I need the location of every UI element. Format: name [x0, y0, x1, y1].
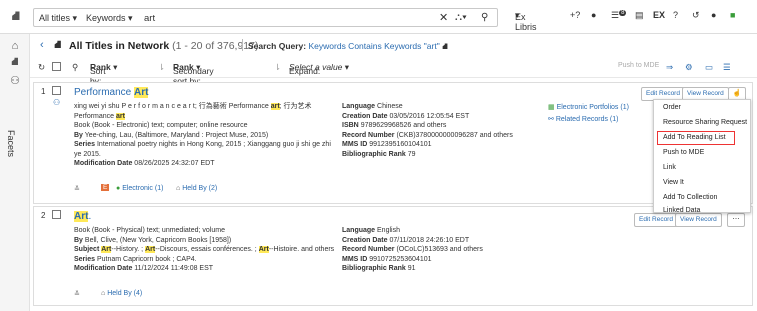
result-number: 2: [41, 211, 46, 220]
chevron-down-icon[interactable]: ≚: [74, 290, 80, 298]
help-icon[interactable]: ?: [673, 10, 678, 20]
library-icon: ⌂: [176, 185, 181, 192]
network-icon: ⛘: [442, 41, 449, 51]
select-all-checkbox[interactable]: [52, 62, 61, 71]
result-count: (1 - 20 of 376,917): [172, 40, 259, 52]
held-by-link[interactable]: ⌂ Held By (4): [101, 290, 142, 297]
portfolio-icon: ▦: [548, 104, 555, 111]
available-dot-icon: ●: [116, 185, 121, 192]
facets-tab[interactable]: Facets: [6, 130, 16, 157]
list-view-icon[interactable]: ▭: [705, 62, 713, 73]
availability-bar: ≚ E ● Electronic (1) ⌂ Held By (2): [64, 184, 264, 198]
results-title-bar: ‹ ⛘ All Titles in Network (1 - 20 of 376…: [30, 34, 757, 58]
more-actions-menu: Order Resource Sharing Request Add To Re…: [653, 99, 752, 214]
menu-item-view-it[interactable]: View It: [654, 177, 752, 189]
top-bar: ⛘ All titles ▾ Keywords ▾ art ✕ ⛬▾ ⚲ Ex …: [0, 0, 757, 34]
users-icon[interactable]: ⚇: [8, 74, 22, 87]
advanced-search-icon[interactable]: ⛬▾: [455, 12, 467, 23]
settings-icon[interactable]: ⚙: [685, 62, 693, 73]
network-tree-icon[interactable]: ⛘: [4, 8, 28, 26]
result-checkbox[interactable]: [52, 86, 61, 95]
result-card: 1 ⚇ Performance Art xing wei yi shu P e …: [33, 82, 753, 204]
notification-badge: 8: [619, 10, 627, 16]
compact-view-icon[interactable]: ☰: [723, 62, 731, 73]
results-toolbar: ↻ ⚲ Sort by: Rank ▾ ⇂ Secondary sort by:…: [30, 58, 757, 86]
bookmark-icon[interactable]: ●: [711, 10, 716, 20]
menu-item-add-to-collection[interactable]: Add To Collection: [654, 192, 752, 204]
menu-item-linked-data[interactable]: Linked Data: [654, 205, 752, 217]
search-field-dropdown[interactable]: Keywords ▾: [86, 13, 133, 24]
related-links: ▦ Electronic Portfolios (1) ⚯ Related Re…: [548, 102, 629, 126]
sort-order-icon[interactable]: ⇂: [158, 62, 165, 73]
availability-bar: ≚ ⌂ Held By (4): [64, 289, 264, 303]
history-icon[interactable]: ↺: [692, 10, 700, 21]
result-title[interactable]: Art.: [74, 211, 91, 222]
menu-item-order[interactable]: Order: [654, 102, 752, 114]
library-icon: ⌂: [101, 290, 106, 297]
refresh-icon[interactable]: ↻: [38, 62, 45, 73]
left-nav: ⌂ ⛘ ⚇ Facets: [0, 34, 30, 311]
divider: [242, 39, 243, 51]
electronic-portfolios-link[interactable]: ▦ Electronic Portfolios (1): [548, 102, 629, 114]
result-title[interactable]: Performance Art: [74, 87, 149, 98]
add-icon[interactable]: +?: [570, 10, 580, 20]
clear-search-icon[interactable]: ✕: [439, 11, 448, 24]
link-icon: ⚯: [548, 116, 554, 123]
exlibris-icon[interactable]: EX: [653, 10, 665, 20]
network-tree-icon: ⛘: [54, 39, 62, 51]
menu-item-link[interactable]: Link: [654, 162, 752, 174]
search-within-icon[interactable]: ⚲: [72, 62, 78, 73]
search-icon[interactable]: ⚲: [481, 12, 488, 23]
result-metadata: Language English Creation Date 07/11/201…: [342, 227, 483, 272]
widgets-icon[interactable]: ■: [730, 10, 735, 20]
electronic-link[interactable]: ● Electronic (1): [116, 185, 163, 192]
back-icon[interactable]: ‹: [40, 39, 44, 51]
sort-dropdown[interactable]: Sort by: Rank ▾: [90, 62, 117, 86]
menu-item-add-to-reading-list[interactable]: Add To Reading List: [657, 131, 735, 145]
chevron-down-icon[interactable]: ≚: [74, 185, 80, 193]
home-icon[interactable]: ⌂: [8, 40, 22, 52]
export-icon[interactable]: ⇒: [666, 62, 673, 73]
push-to-mde-button[interactable]: Push to MDE: [618, 62, 659, 69]
tasks-icon[interactable]: ☰ 8: [611, 10, 627, 21]
result-metadata: Language Chinese Creation Date 03/05/201…: [342, 103, 513, 158]
result-details: Book (Book - Physical) text; unmediated;…: [74, 227, 335, 272]
search-input[interactable]: art: [144, 13, 155, 24]
search-scope-dropdown[interactable]: All titles ▾: [39, 13, 77, 24]
user-icon[interactable]: ●: [591, 10, 596, 20]
users-icon: ⚇: [53, 98, 61, 107]
dashboard-icon[interactable]: ▤: [635, 10, 644, 21]
result-checkbox[interactable]: [52, 210, 61, 219]
held-by-link[interactable]: ⌂ Held By (2): [176, 185, 217, 192]
expand-dropdown[interactable]: Expand: Select a value ▾: [289, 62, 349, 76]
electronic-badge-icon: E: [101, 184, 110, 191]
result-details: xing wei yi shu P e r f o r m a n c e a …: [74, 103, 331, 167]
secondary-sort-dropdown[interactable]: Secondary sort by: Rank ▾: [173, 62, 214, 86]
menu-item-resource-sharing-request[interactable]: Resource Sharing Request: [654, 117, 752, 129]
page-title: All Titles in Network (1 - 20 of 376,917…: [69, 40, 259, 52]
related-records-link[interactable]: ⚯ Related Records (1): [548, 114, 629, 126]
network-icon[interactable]: ⛘: [8, 56, 22, 70]
menu-item-push-to-mde[interactable]: Push to MDE: [654, 147, 752, 159]
institution-dropdown[interactable]: Ex Libris ▾: [515, 10, 537, 32]
search-query: Search Query: Keywords Contains Keywords…: [248, 41, 449, 51]
result-number: 1: [41, 87, 46, 96]
search-bar[interactable]: All titles ▾ Keywords ▾ art ✕ ⛬▾ ⚲: [33, 8, 498, 27]
secondary-sort-order-icon[interactable]: ⇂: [274, 62, 281, 73]
result-card: 2 Art. Book (Book - Physical) text; unme…: [33, 206, 753, 306]
